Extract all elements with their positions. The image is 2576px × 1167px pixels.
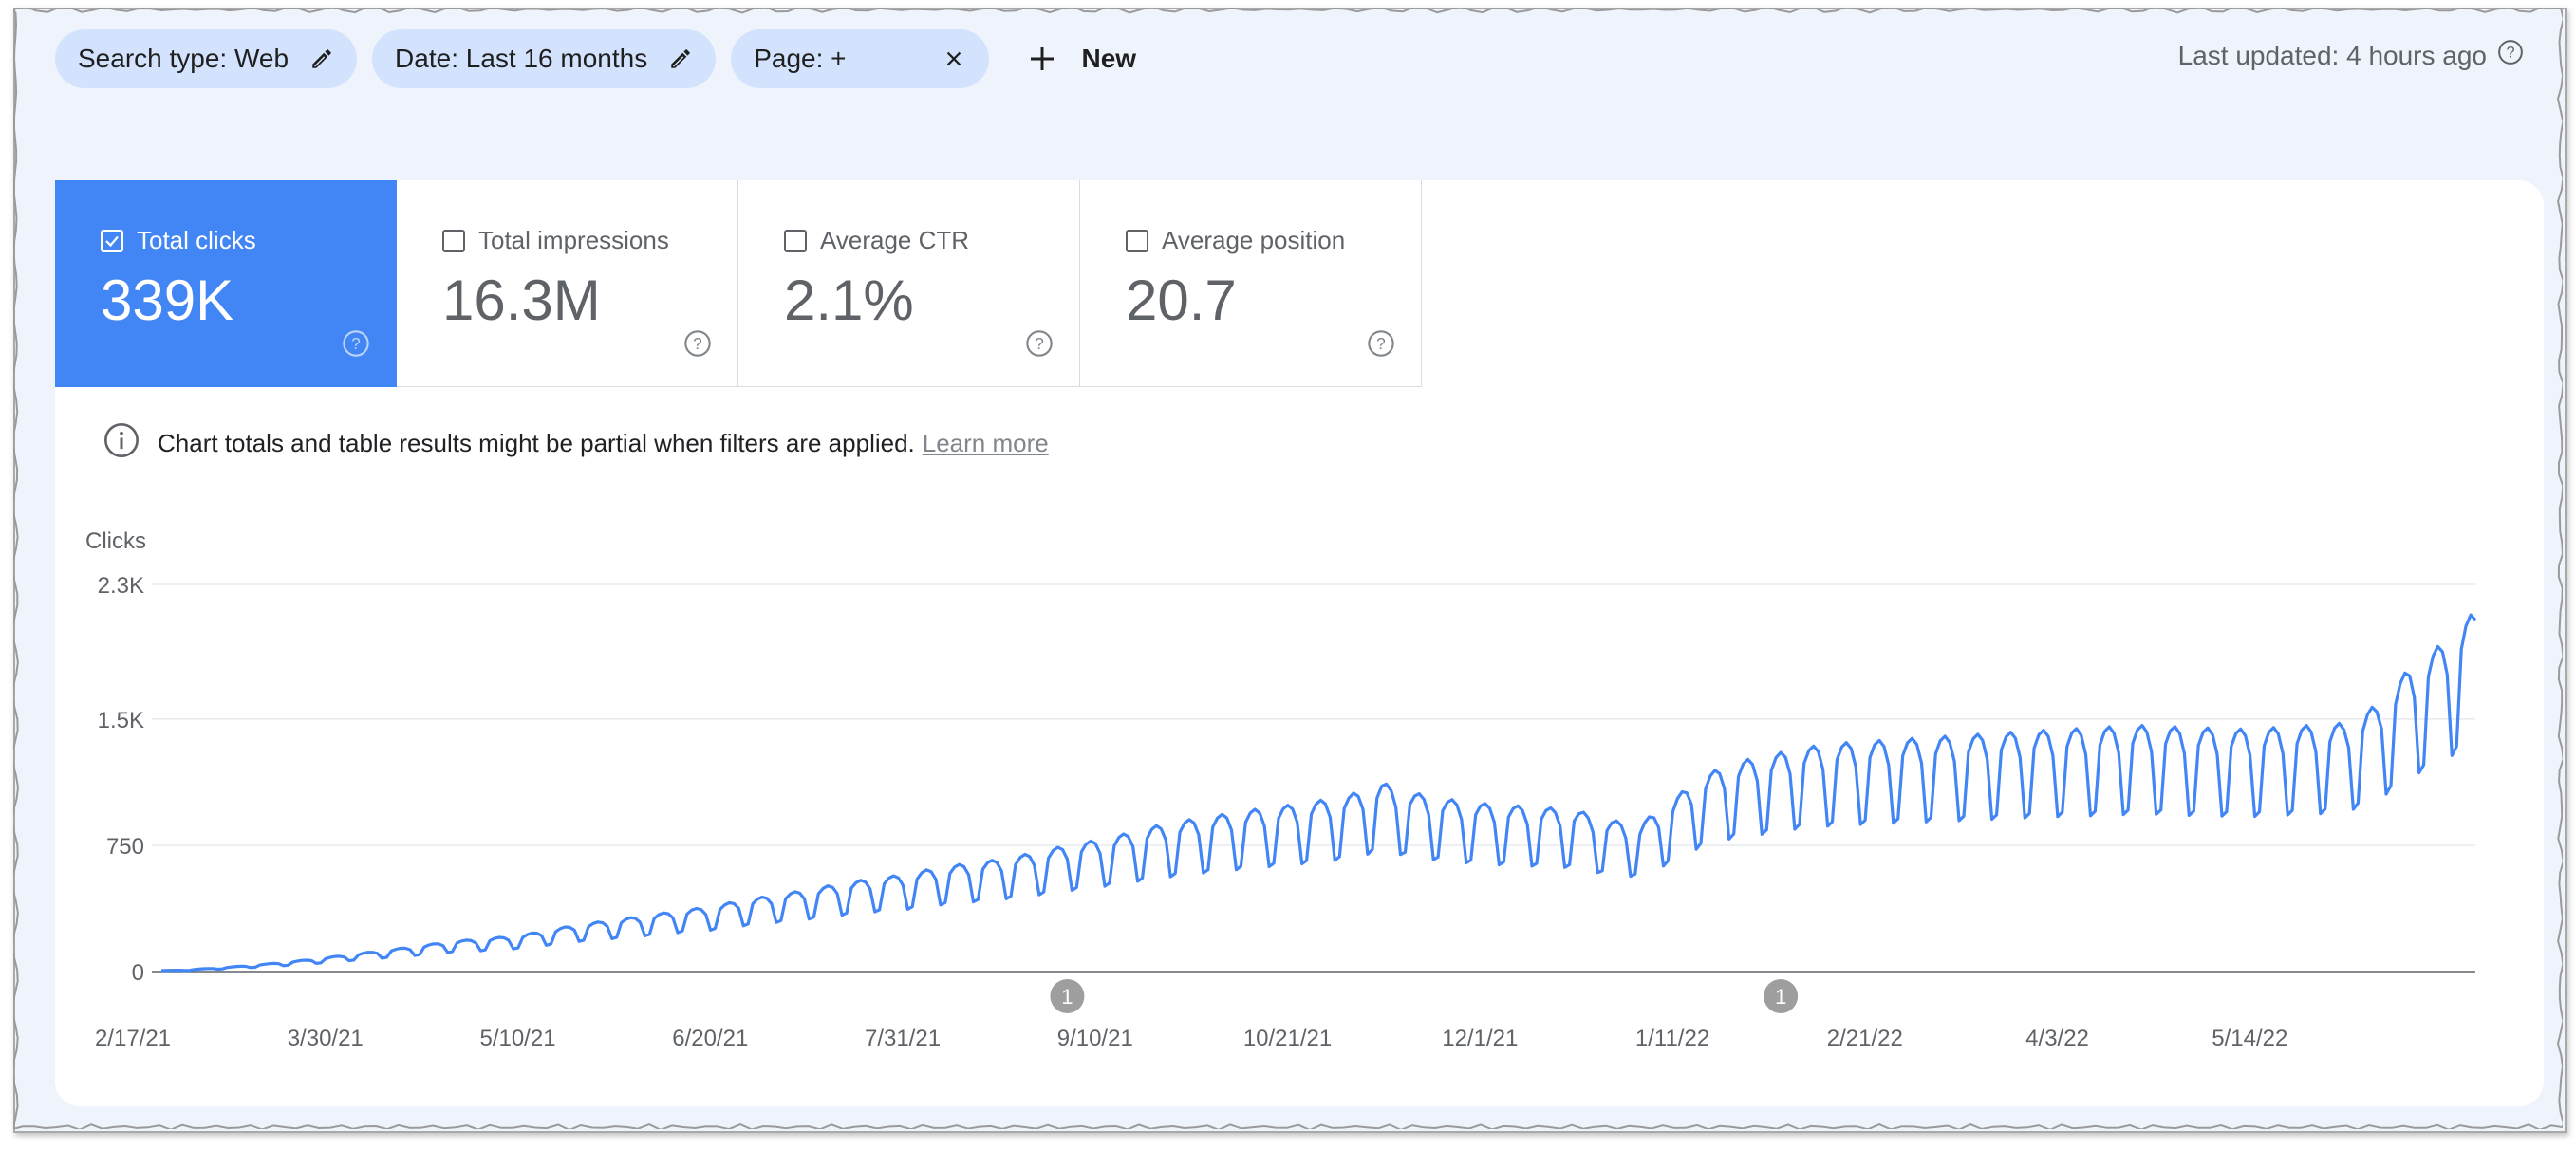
y-axis-label: Clicks xyxy=(85,528,146,554)
annotation-label: 1 xyxy=(1775,985,1786,1009)
svg-text:?: ? xyxy=(1035,334,1044,353)
metric-value: 16.3M xyxy=(442,269,601,332)
help-icon[interactable]: ? xyxy=(682,328,713,363)
help-icon[interactable]: ? xyxy=(1366,328,1396,363)
metric-total-clicks[interactable]: Total clicks 339K ? xyxy=(55,180,397,387)
x-tick-label: 3/30/21 xyxy=(288,1026,364,1051)
search-type-filter-label: Search type: Web xyxy=(78,44,289,73)
last-updated-text: Last updated: 4 hours ago xyxy=(2177,40,2487,70)
y-tick-label: 0 xyxy=(132,960,144,986)
annotation-label: 1 xyxy=(1061,985,1073,1009)
metric-label: Total clicks xyxy=(137,226,256,254)
clicks-series-line xyxy=(160,613,2477,972)
x-tick-label: 1/11/22 xyxy=(1635,1026,1709,1051)
page-filter-chip[interactable]: Page: + xyxy=(731,29,989,88)
x-tick-label: 2/17/21 xyxy=(95,1026,171,1051)
partial-results-notice: Chart totals and table results might be … xyxy=(103,421,1049,466)
metric-label: Total impressions xyxy=(478,226,669,254)
checkbox-icon[interactable] xyxy=(784,229,807,252)
svg-text:?: ? xyxy=(351,334,361,353)
x-tick-label: 2/21/22 xyxy=(1827,1026,1903,1051)
plus-icon xyxy=(1027,37,1057,81)
metric-value: 20.7 xyxy=(1126,269,1237,332)
checkbox-icon[interactable] xyxy=(101,229,123,252)
search-type-filter-chip[interactable]: Search type: Web xyxy=(55,29,358,88)
help-icon[interactable]: ? xyxy=(341,328,371,363)
x-tick-label: 12/1/21 xyxy=(1442,1026,1518,1051)
x-tick-label: 5/10/21 xyxy=(479,1026,555,1051)
page-filter-label: Page: + xyxy=(754,44,847,73)
performance-card: Total clicks 339K ? Total impressions 16… xyxy=(55,180,2544,1106)
y-tick-label: 2.3K xyxy=(98,573,144,599)
new-filter-button[interactable]: New xyxy=(1027,37,1137,81)
metric-average-position[interactable]: Average position 20.7 ? xyxy=(1080,180,1422,387)
redacted-value xyxy=(853,48,921,69)
metric-value: 2.1% xyxy=(784,269,914,332)
checkbox-icon[interactable] xyxy=(1126,229,1148,252)
x-tick-label: 6/20/21 xyxy=(672,1026,748,1051)
close-icon[interactable] xyxy=(940,45,968,73)
date-filter-label: Date: Last 16 months xyxy=(395,44,648,73)
date-filter-chip[interactable]: Date: Last 16 months xyxy=(372,29,717,88)
pencil-icon[interactable] xyxy=(308,45,336,73)
learn-more-link[interactable]: Learn more xyxy=(923,429,1049,458)
x-tick-label: 4/3/22 xyxy=(2025,1026,2089,1051)
filter-bar: Search type: Web Date: Last 16 months Pa… xyxy=(55,28,1136,89)
svg-text:?: ? xyxy=(693,334,702,353)
metric-average-ctr[interactable]: Average CTR 2.1% ? xyxy=(738,180,1080,387)
metric-total-impressions[interactable]: Total impressions 16.3M ? xyxy=(397,180,738,387)
metric-label: Average position xyxy=(1162,226,1346,254)
checkbox-icon[interactable] xyxy=(442,229,465,252)
clicks-chart: Clicks 0 750 1.5K 2.3K 2/17/21 3/30/21 5/10/21 6… xyxy=(85,528,2477,1051)
pencil-icon[interactable] xyxy=(666,45,695,73)
metric-value: 339K xyxy=(101,269,234,332)
help-icon[interactable]: ? xyxy=(1024,328,1055,363)
svg-text:?: ? xyxy=(1376,334,1386,353)
x-tick-label: 5/14/22 xyxy=(2212,1026,2287,1051)
notice-text: Chart totals and table results might be … xyxy=(158,429,915,457)
last-updated: Last updated: 4 hours ago ? xyxy=(2178,38,2525,73)
help-icon[interactable]: ? xyxy=(2496,38,2525,73)
metric-tabs: Total clicks 339K ? Total impressions 16… xyxy=(55,180,1422,387)
y-tick-label: 1.5K xyxy=(98,708,144,733)
y-tick-label: 750 xyxy=(106,834,144,860)
x-tick-label: 9/10/21 xyxy=(1057,1026,1133,1051)
x-tick-label: 7/31/21 xyxy=(865,1026,941,1051)
svg-text:?: ? xyxy=(2506,45,2514,62)
metric-label: Average CTR xyxy=(820,226,970,254)
info-icon xyxy=(103,421,140,466)
new-filter-label: New xyxy=(1081,44,1137,73)
x-tick-label: 10/21/21 xyxy=(1243,1026,1332,1051)
